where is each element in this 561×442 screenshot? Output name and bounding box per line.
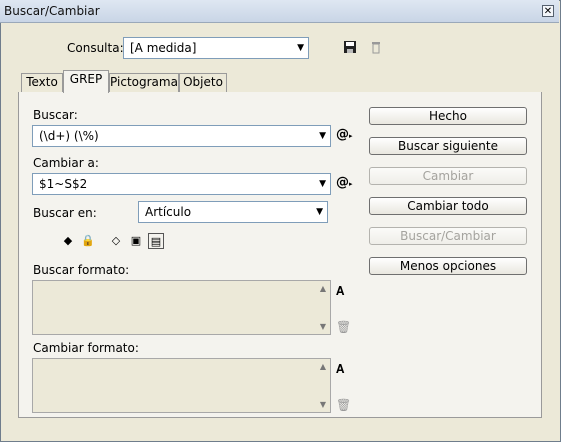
include-hidden-layers-icon[interactable]: ◇	[108, 233, 124, 249]
chevron-down-icon: ▼	[319, 179, 326, 189]
specify-find-format-icon[interactable]: 𝐀	[336, 284, 344, 298]
clear-change-format-trash-icon[interactable]: 🗑	[336, 398, 351, 412]
scroll-up-icon[interactable]: ▲	[320, 284, 326, 293]
find-value: (\d+) (\%)	[39, 129, 99, 143]
query-dropdown[interactable]: [A medida] ▼	[123, 37, 309, 59]
change-value: $1~S$2	[39, 177, 88, 191]
find-next-button[interactable]: Buscar siguiente	[369, 137, 527, 155]
change-button[interactable]: Cambiar	[369, 167, 527, 185]
query-value: [A medida]	[130, 41, 197, 55]
save-icon[interactable]	[342, 39, 358, 55]
include-locked-layers-icon[interactable]: ◆	[60, 233, 76, 249]
include-locked-stories-icon[interactable]: 🔒	[80, 233, 96, 249]
change-all-button[interactable]: Cambiar todo	[369, 197, 527, 215]
close-icon[interactable]: ✕	[542, 5, 554, 17]
change-format-label: Cambiar formato:	[33, 341, 139, 355]
specify-change-format-icon[interactable]: 𝐀	[336, 362, 344, 376]
search-in-value: Artículo	[145, 205, 192, 219]
search-in-label: Buscar en:	[33, 206, 97, 220]
chevron-down-icon: ▼	[297, 43, 304, 53]
include-footnotes-icon[interactable]: ▤	[148, 233, 164, 249]
scroll-up-icon[interactable]: ▲	[320, 362, 326, 371]
find-input[interactable]: (\d+) (\%) ▼	[32, 125, 331, 147]
include-master-pages-icon[interactable]: ▣	[128, 233, 144, 249]
chevron-down-icon: ▼	[319, 131, 326, 141]
tab-texto[interactable]: Texto	[21, 73, 63, 92]
find-format-label: Buscar formato:	[33, 263, 130, 277]
find-change-button[interactable]: Buscar/Cambiar	[369, 227, 527, 245]
special-chars-find-icon[interactable]: @▸	[336, 127, 353, 142]
special-chars-change-icon[interactable]: @▸	[336, 175, 353, 190]
change-input[interactable]: $1~S$2 ▼	[32, 173, 331, 195]
dialog-title: Buscar/Cambiar	[4, 4, 100, 18]
tab-grep[interactable]: GREP	[63, 70, 109, 93]
find-format-box[interactable]: ▲ ▼	[32, 280, 331, 335]
trash-icon[interactable]	[368, 39, 384, 55]
done-button[interactable]: Hecho	[369, 107, 527, 125]
tab-objeto[interactable]: Objeto	[179, 73, 227, 92]
change-label: Cambiar a:	[33, 156, 99, 170]
fewer-options-button[interactable]: Menos opciones	[369, 257, 527, 275]
chevron-down-icon: ▼	[316, 207, 323, 217]
search-in-dropdown[interactable]: Artículo ▼	[138, 201, 328, 223]
find-label: Buscar:	[33, 108, 78, 122]
clear-find-format-trash-icon[interactable]: 🗑	[336, 320, 351, 334]
query-label: Consulta:	[67, 41, 124, 55]
change-format-box[interactable]: ▲ ▼	[32, 358, 331, 413]
scroll-down-icon[interactable]: ▼	[320, 400, 326, 409]
scroll-down-icon[interactable]: ▼	[320, 322, 326, 331]
tab-pictograma[interactable]: Pictograma	[109, 73, 179, 92]
